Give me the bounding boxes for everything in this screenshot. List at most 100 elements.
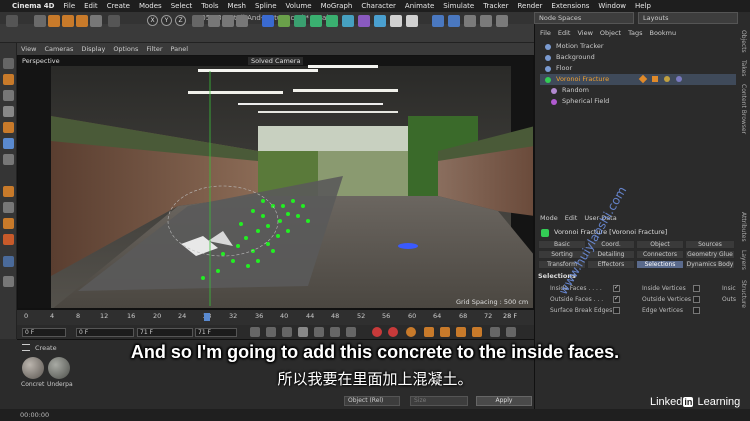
menu-tracker[interactable]: Tracker — [483, 2, 508, 10]
tag-icon[interactable] — [652, 76, 658, 82]
object-row-floor[interactable]: Floor — [540, 63, 736, 74]
z-axis-toggle[interactable]: Z — [175, 15, 186, 26]
prev-frame-icon[interactable] — [282, 327, 292, 337]
outside-vertices-checkbox[interactable] — [693, 296, 700, 303]
camera-icon[interactable] — [390, 15, 402, 27]
camera-label[interactable]: Solved Camera — [248, 57, 304, 65]
goto-start-icon[interactable] — [250, 327, 260, 337]
menu-character[interactable]: Character — [361, 2, 396, 10]
prev-key-icon[interactable] — [266, 327, 276, 337]
inside-faces-checkbox[interactable] — [613, 284, 620, 292]
max-frame-field-2[interactable]: 71 F — [195, 328, 237, 337]
object-row-motion-tracker[interactable]: Motion Tracker — [540, 41, 736, 52]
tag-icon[interactable] — [664, 76, 670, 82]
mograph-icon[interactable] — [326, 15, 338, 27]
light-icon[interactable] — [406, 15, 418, 27]
next-key-icon[interactable] — [330, 327, 340, 337]
position-key-icon[interactable] — [424, 327, 434, 337]
attrmenu-edit[interactable]: Edit — [565, 214, 578, 222]
scale-key-icon[interactable] — [440, 327, 450, 337]
points-mode-icon[interactable] — [3, 106, 14, 117]
tab-sources[interactable]: Sources — [685, 240, 735, 249]
object-row-voronoi-fracture[interactable]: Voronoi Fracture — [540, 74, 736, 85]
apply-button[interactable]: Apply — [476, 396, 532, 406]
pen-icon[interactable] — [278, 15, 290, 27]
side-tab-objects[interactable]: Objects — [740, 30, 747, 53]
object-row-random[interactable]: Random — [540, 85, 736, 96]
menu-mesh[interactable]: Mesh — [228, 2, 246, 10]
deformer-icon[interactable] — [358, 15, 370, 27]
subdivision-icon[interactable] — [294, 15, 306, 27]
coord-mode-dropdown[interactable]: Object (Rel) — [344, 396, 400, 406]
objmenu-tags[interactable]: Tags — [628, 29, 642, 37]
menu-spline[interactable]: Spline — [255, 2, 277, 10]
side-tab-layers[interactable]: Layers — [740, 250, 747, 270]
objmenu-edit[interactable]: Edit — [558, 29, 571, 37]
menu-select[interactable]: Select — [171, 2, 193, 10]
objmenu-file[interactable]: File — [540, 29, 551, 37]
edges-mode-icon[interactable] — [3, 122, 14, 133]
viewport-menu-cameras[interactable]: Cameras — [44, 45, 73, 53]
menu-help[interactable]: Help — [635, 2, 651, 10]
view-layout-icon[interactable] — [480, 15, 492, 27]
tab-dynamics-body[interactable]: Dynamics Body — [685, 260, 735, 269]
side-tab-attributes[interactable]: Attributes — [740, 212, 747, 242]
field-icon[interactable] — [342, 15, 354, 27]
outside-faces-checkbox[interactable] — [613, 295, 620, 303]
snap-toggle-icon[interactable] — [3, 218, 14, 229]
menu-file[interactable]: File — [63, 2, 75, 10]
parameter-key-icon[interactable] — [472, 327, 482, 337]
menu-app-name[interactable]: Cinema 4D — [12, 2, 54, 10]
menu-mograph[interactable]: MoGraph — [321, 2, 353, 10]
autokey-icon[interactable] — [388, 327, 398, 337]
x-axis-toggle[interactable]: X — [147, 15, 158, 26]
viewport-menu-filter[interactable]: Filter — [146, 45, 162, 53]
menu-volume[interactable]: Volume — [286, 2, 312, 10]
surface-break-edges-checkbox[interactable] — [613, 307, 620, 314]
tab-selections[interactable]: Selections — [636, 260, 684, 269]
environment-icon[interactable] — [374, 15, 386, 27]
tag-icon[interactable] — [676, 76, 682, 82]
menu-modes[interactable]: Modes — [139, 2, 162, 10]
texture-mode-icon[interactable] — [3, 74, 14, 85]
select-tool-icon[interactable] — [34, 15, 46, 27]
render-settings-icon[interactable] — [236, 15, 248, 27]
layer-icon[interactable] — [3, 276, 14, 287]
uv-mode-icon[interactable] — [3, 154, 14, 165]
edge-vertices-checkbox[interactable] — [693, 307, 700, 314]
min-frame-field[interactable]: 0 F — [76, 328, 134, 337]
menu-extensions[interactable]: Extensions — [551, 2, 589, 10]
recent-tool-icon[interactable] — [90, 15, 102, 27]
tweak-icon[interactable] — [3, 202, 14, 213]
solo-icon[interactable] — [496, 15, 508, 27]
workplane-lock-icon[interactable] — [3, 256, 14, 267]
viewport-menu-options[interactable]: Options — [113, 45, 138, 53]
menu-animate[interactable]: Animate — [405, 2, 434, 10]
viewport-menu-panel[interactable]: Panel — [171, 45, 189, 53]
y-axis-toggle[interactable]: Y — [161, 15, 172, 26]
side-tab-structure[interactable]: Structure — [740, 280, 747, 308]
enable-axis-icon[interactable] — [3, 186, 14, 197]
max-frame-field[interactable]: 71 F — [137, 328, 193, 337]
timeline-icon[interactable] — [506, 327, 516, 337]
goto-end-icon[interactable] — [346, 327, 356, 337]
render-picture-viewer-icon[interactable] — [222, 15, 234, 27]
render-view-icon[interactable] — [208, 15, 220, 27]
menu-simulate[interactable]: Simulate — [443, 2, 474, 10]
menu-create[interactable]: Create — [107, 2, 130, 10]
soft-selection-icon[interactable] — [3, 234, 14, 245]
objmenu-bookmarks[interactable]: Bookmu — [649, 29, 676, 37]
menu-edit[interactable]: Edit — [84, 2, 98, 10]
menu-render[interactable]: Render — [517, 2, 542, 10]
keyframe-selection-icon[interactable] — [406, 327, 416, 337]
cloner-icon[interactable] — [310, 15, 322, 27]
scale-tool-icon[interactable] — [62, 15, 74, 27]
viewport-menu-view[interactable]: View — [21, 45, 36, 53]
tab-geometry-glue[interactable]: Geometry Glue — [685, 250, 735, 259]
move-tool-icon[interactable] — [48, 15, 60, 27]
inside-vertices-checkbox[interactable] — [693, 285, 700, 292]
rotate-tool-icon[interactable] — [76, 15, 88, 27]
node-spaces-dropdown[interactable]: Node Spaces — [534, 12, 634, 24]
perspective-viewport[interactable] — [17, 55, 534, 309]
side-tab-takes[interactable]: Takes — [740, 60, 747, 76]
